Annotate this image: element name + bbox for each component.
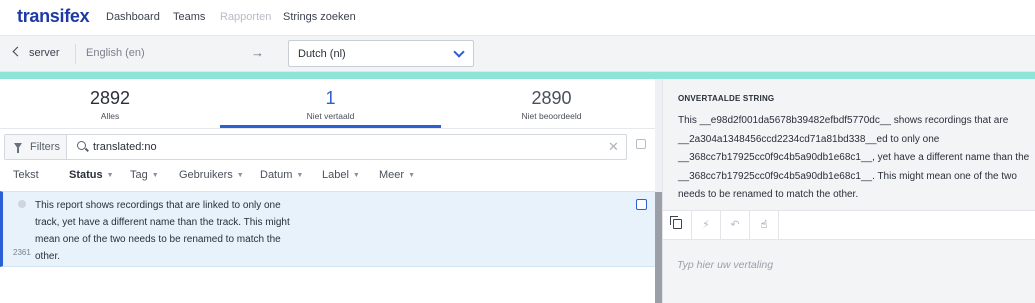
filter-tab-label: Datum [260,169,293,181]
close-icon[interactable]: ✕ [608,139,619,155]
target-language-value: Dutch (nl) [298,48,346,60]
row-checkbox[interactable] [636,199,647,210]
chevron-down-icon [453,46,465,58]
chevron-down-icon: ▼ [106,172,114,179]
stat-niet-vertaald[interactable]: 1 Niet vertaald [220,79,441,127]
source-language: English (en) [86,47,145,59]
filter-tab-datum[interactable]: Datum ▼ [260,169,303,181]
translation-placeholder: Typ hier uw vertaling [677,259,774,271]
chevron-left-icon [12,46,23,57]
filter-bar: Filters translated:no ✕ [4,134,627,160]
source-string: This __e98d2f001da5678b39482efbdf5770dc_… [678,115,1030,200]
chevron-down-icon: ▼ [151,172,159,179]
filters-label: Filters [30,141,60,153]
search-icon [77,141,86,150]
filter-tab-label: Gebruikers [179,169,233,181]
lightning-button: ⚡ [692,211,721,240]
filter-tab-label[interactable]: Label ▼ [322,169,360,181]
status-dot-icon [18,200,26,208]
stat-label: Alles [100,111,120,121]
filter-icon [14,143,22,153]
undo-icon: ↶ [730,219,740,231]
editor-toolbar: ⚡ ↶ ☝ [663,210,1035,240]
filters-button[interactable]: Filters [5,135,67,159]
chevron-down-icon: ▼ [352,172,360,179]
filter-tab-label: Meer [379,169,405,181]
copy-source-icon [669,216,682,229]
nav-teams[interactable]: Teams [173,11,205,23]
filter-tab-label: Status [69,169,103,181]
string-id: 2361 [13,248,31,257]
arrow-right-icon: → [251,45,264,60]
nav-dashboard[interactable]: Dashboard [106,11,160,23]
filter-tab-gebruikers[interactable]: Gebruikers ▼ [179,169,244,181]
hand-icon: ☝ [760,219,768,231]
hand-button[interactable]: ☝ [750,211,779,240]
top-navigation: transifex Dashboard Teams Rapporten Stri… [0,0,1035,36]
language-bar: server English (en) → Dutch (nl) [0,36,1035,72]
undo-button: ↶ [721,211,750,240]
lightning-icon: ⚡ [702,219,710,231]
back-label: server [29,47,60,59]
scrollbar-thumb[interactable] [655,192,662,303]
string-source-text: This report shows recordings that are li… [35,200,290,262]
select-all-checkbox[interactable] [636,139,646,149]
stat-label: Niet beoordeeld [521,111,582,121]
chevron-down-icon: ▼ [408,172,415,179]
filter-tabs: Tekst Status ▼ Tag ▼ Gebruikers ▼ Datum ▼ La… [0,167,662,187]
copy-source-button[interactable] [663,211,692,240]
panel-heading: ONVERTAALDE STRING [678,94,775,103]
target-language-select[interactable]: Dutch (nl) [288,40,474,67]
editor-panel: ONVERTAALDE STRING This __e98d2f001da567… [662,79,1035,303]
string-list-panel: 2892 Alles 1 Niet vertaald 2890 Niet beo… [0,79,662,303]
filter-tab-tekst[interactable]: Tekst [13,169,39,181]
stat-alles[interactable]: 2892 Alles [0,79,220,127]
back-link[interactable]: server [12,46,60,59]
filter-tab-label: Tag [130,169,148,181]
stat-label: Niet vertaald [306,111,355,121]
stat-count: 2892 [89,88,131,108]
divider [75,44,76,64]
stat-count: 2890 [531,88,572,108]
transifex-logo[interactable]: transifex [17,6,90,27]
translation-editor[interactable]: Typ hier uw vertaling [663,241,1035,303]
divider [0,128,662,129]
search-input[interactable]: translated:no [93,141,157,153]
accent-band [0,72,1035,79]
filter-tab-status[interactable]: Status ▼ [69,169,114,181]
filter-tab-label: Label [322,169,349,181]
chevron-down-icon: ▼ [296,172,304,179]
stat-niet-beoordeeld[interactable]: 2890 Niet beoordeeld [441,79,662,127]
filter-tab-meer[interactable]: Meer ▼ [379,169,415,181]
stat-count: 1 [325,88,336,108]
filter-tab-label: Tekst [13,169,39,181]
string-row[interactable]: This report shows recordings that are li… [0,191,655,267]
chevron-down-icon: ▼ [236,172,244,179]
nav-strings-zoeken[interactable]: Strings zoeken [283,11,356,23]
nav-rapporten: Rapporten [220,11,272,23]
filter-tab-tag[interactable]: Tag ▼ [130,169,159,181]
